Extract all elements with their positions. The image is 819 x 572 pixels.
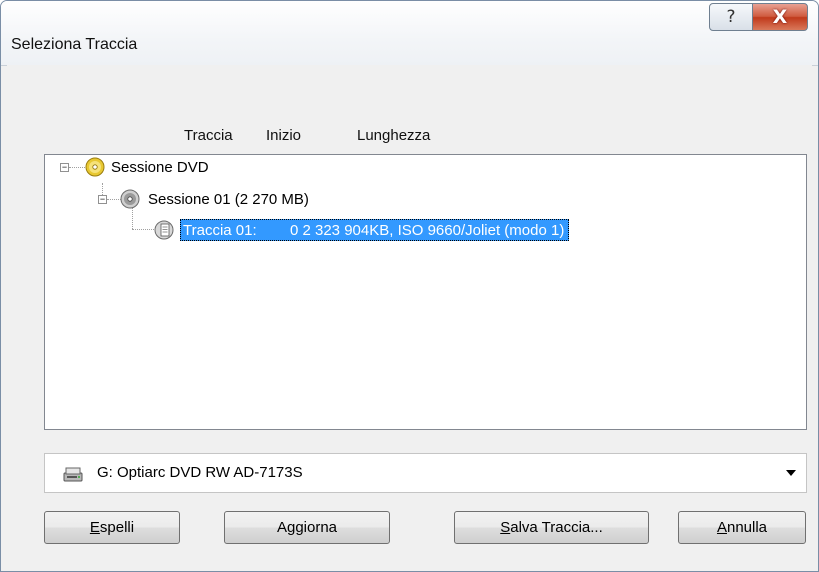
help-button[interactable]: ? xyxy=(709,3,753,31)
column-header-start: Inizio xyxy=(266,127,302,144)
tree-node-label: Sessione 01 (2 270 MB) xyxy=(148,190,309,208)
tree-connector xyxy=(132,229,154,230)
drive-select[interactable]: G: Optiarc DVD RW AD-7173S xyxy=(44,453,807,493)
selected-track-label[interactable]: Traccia 01: 0 2 323 904KB, ISO 9660/Joli… xyxy=(180,219,570,241)
track-tree[interactable]: − Sessione DVD − Sessione 01 (2 270 MB) xyxy=(44,154,807,430)
title-bar[interactable]: Seleziona Traccia ? X xyxy=(1,1,818,66)
drive-select-value: G: Optiarc DVD RW AD-7173S xyxy=(97,464,303,481)
cancel-mnemonic: A xyxy=(716,519,727,536)
save-mnemonic: S xyxy=(500,519,511,536)
column-header-length: Lunghezza xyxy=(357,127,431,144)
tree-connector xyxy=(132,207,133,229)
eject-button[interactable]: Espelli xyxy=(44,511,180,544)
tree-node-track-01[interactable]: Traccia 01: 0 2 323 904KB, ISO 9660/Joli… xyxy=(154,219,570,241)
eject-mnemonic: E xyxy=(89,519,100,536)
cd-disc-icon xyxy=(120,189,140,209)
track-file-icon xyxy=(154,220,174,240)
refresh-mnemonic: g xyxy=(286,519,296,536)
save-label: alva Traccia... xyxy=(510,519,603,536)
tree-node-session-01[interactable]: Sessione 01 (2 270 MB) xyxy=(120,189,309,209)
dropdown-arrow-icon[interactable] xyxy=(786,470,796,476)
dialog-content: Traccia Inizio Lunghezza − Sessione DVD … xyxy=(7,65,812,567)
eject-label: spelli xyxy=(99,519,135,536)
help-icon: ? xyxy=(726,7,736,27)
save-track-button[interactable]: Salva Traccia... xyxy=(454,511,649,544)
close-icon: X xyxy=(772,6,788,28)
dvd-disc-icon xyxy=(85,157,105,177)
cancel-label: nnulla xyxy=(726,519,768,536)
cancel-button[interactable]: Annulla xyxy=(678,511,806,544)
refresh-label-start: A xyxy=(276,519,287,536)
close-button[interactable]: X xyxy=(752,3,808,31)
column-header-track: Traccia xyxy=(184,127,233,144)
tree-connector xyxy=(107,199,121,200)
optical-drive-icon xyxy=(63,467,83,482)
refresh-label: giorna xyxy=(295,519,338,536)
collapse-session-toggle[interactable]: − xyxy=(98,195,107,204)
collapse-root-toggle[interactable]: − xyxy=(60,163,69,172)
tree-node-label: Sessione DVD xyxy=(111,158,209,176)
window-title: Seleziona Traccia xyxy=(11,36,138,53)
tree-node-dvd-session[interactable]: Sessione DVD xyxy=(85,157,209,177)
tree-connector xyxy=(69,167,85,168)
refresh-button[interactable]: Ag giorna xyxy=(224,511,390,544)
dialog-window: Seleziona Traccia ? X Traccia Inizio Lun… xyxy=(0,0,819,572)
